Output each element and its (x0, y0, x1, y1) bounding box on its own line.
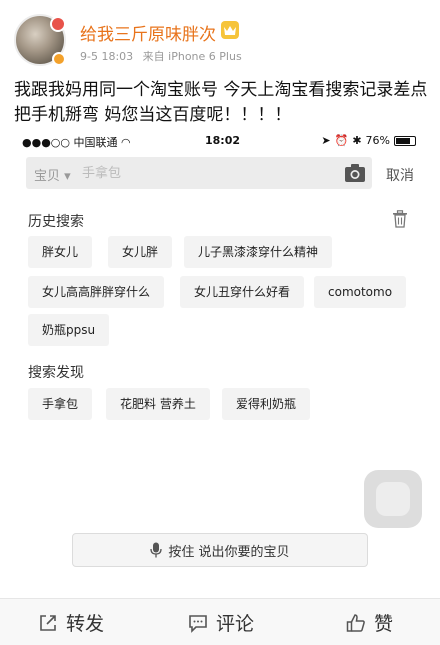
notification-badge-icon (50, 16, 66, 32)
battery-percent: 76% (365, 134, 390, 147)
status-indicators: ➤ ⏰ ✱ 76% (321, 134, 416, 147)
status-time: 18:02 (205, 134, 241, 147)
history-chip[interactable]: comotomo (314, 276, 407, 308)
like-button[interactable]: 赞 (346, 599, 393, 645)
history-chip[interactable]: 女儿胖 (108, 236, 173, 268)
signal-icon: ●●●○○ (22, 136, 70, 149)
carrier-label: 中国联通 (73, 136, 118, 149)
search-row: 宝贝 ▾ 取消 (18, 157, 422, 191)
comment-button[interactable]: 评论 (188, 599, 254, 645)
camera-icon[interactable] (344, 162, 366, 184)
repost-icon (40, 614, 56, 631)
vip-icon (221, 21, 239, 39)
voice-search-button[interactable]: 按住 说出你要的宝贝 (72, 533, 368, 567)
alarm-icon: ⏰ (334, 134, 349, 147)
discover-title: 搜索发现 (28, 365, 84, 381)
search-box[interactable]: 宝贝 ▾ (26, 157, 372, 189)
verified-badge-icon (52, 52, 66, 66)
search-category-label: 宝贝 (34, 169, 61, 184)
post-date: 9-5 18:03 (80, 50, 134, 63)
assistive-touch-inner (376, 482, 410, 516)
post-meta: 9-5 18:03 来自 iPhone 6 Plus (80, 48, 242, 64)
post-text: 我跟我妈用同一个淘宝账号 今天上淘宝看搜索记录差点把手机掰弯 妈您当这百度呢！！… (14, 80, 428, 125)
discover-chip[interactable]: 爱得利奶瓶 (222, 388, 311, 420)
trash-icon[interactable] (392, 210, 408, 228)
post-source: 来自 iPhone 6 Plus (142, 50, 242, 63)
microphone-icon (150, 542, 163, 558)
status-bar: ●●●○○ 中国联通 ◠ 18:02 ➤ ⏰ ✱ 76% (18, 130, 422, 152)
history-title: 历史搜索 (28, 214, 84, 230)
history-chip[interactable]: 女儿高高胖胖穿什么 (28, 276, 165, 308)
assistive-touch-button[interactable] (364, 470, 422, 528)
caret-down-icon: ▾ (64, 169, 71, 184)
discover-chip[interactable]: 手拿包 (28, 388, 93, 420)
wifi-icon: ◠ (121, 136, 131, 149)
history-chip[interactable]: 胖女儿 (28, 236, 93, 268)
history-chip[interactable]: 奶瓶ppsu (28, 314, 110, 346)
discover-chip[interactable]: 花肥料 营养土 (106, 388, 210, 420)
history-chip[interactable]: 女儿丑穿什么好看 (180, 276, 305, 308)
action-bar: 转发 评论 赞 (0, 598, 440, 645)
voice-search-label: 按住 说出你要的宝贝 (168, 544, 290, 560)
battery-icon (394, 135, 416, 146)
repost-label: 转发 (66, 613, 105, 635)
status-carrier-group: ●●●○○ 中国联通 ◠ (22, 134, 131, 150)
like-label: 赞 (374, 613, 394, 635)
username[interactable]: 给我三斤原味胖次 (80, 20, 216, 45)
repost-button[interactable]: 转发 (38, 599, 104, 645)
comment-label: 评论 (216, 613, 255, 635)
thumbs-up-icon (346, 613, 365, 632)
search-input[interactable] (82, 161, 332, 185)
battery-fill (396, 137, 410, 144)
post-header: 给我三斤原味胖次 9-5 18:03 来自 iPhone 6 Plus (0, 0, 440, 72)
location-icon: ➤ (321, 134, 331, 147)
history-chip[interactable]: 儿子黑漆漆穿什么精神 (184, 236, 333, 268)
comment-icon (189, 614, 207, 633)
search-category-dropdown[interactable]: 宝贝 ▾ (34, 165, 71, 184)
cancel-button[interactable]: 取消 (386, 165, 414, 185)
embedded-screenshot: ●●●○○ 中国联通 ◠ 18:02 ➤ ⏰ ✱ 76% 宝贝 ▾ 手拿包 取消… (18, 130, 422, 600)
bluetooth-icon: ✱ (352, 134, 362, 147)
